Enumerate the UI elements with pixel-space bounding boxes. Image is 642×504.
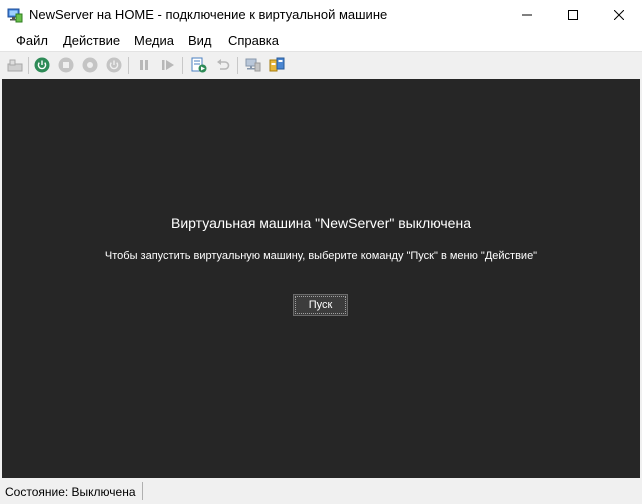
share-icon xyxy=(269,57,285,72)
vm-connect-icon xyxy=(7,7,23,23)
menu-action[interactable]: Действие xyxy=(63,33,120,48)
checkpoint-button[interactable] xyxy=(190,56,208,74)
vm-display[interactable]: Виртуальная машина "NewServer" выключена… xyxy=(2,79,640,478)
pause-icon xyxy=(140,60,148,70)
menu-media[interactable]: Медиа xyxy=(134,33,174,48)
pause-button[interactable] xyxy=(135,56,153,74)
shut-down-icon xyxy=(82,57,98,73)
toolbar-separator xyxy=(182,57,183,74)
minimize-button[interactable] xyxy=(504,0,550,30)
menu-file[interactable]: Файл xyxy=(16,33,48,48)
revert-icon xyxy=(217,59,230,70)
maximize-icon xyxy=(568,10,578,20)
window-title: NewServer на HOME - подключение к виртуа… xyxy=(29,7,388,22)
menu-view[interactable]: Вид xyxy=(188,33,212,48)
start-icon xyxy=(34,57,50,73)
minimize-icon xyxy=(522,14,532,16)
maximize-button[interactable] xyxy=(550,0,596,30)
vm-start-button[interactable]: Пуск xyxy=(293,294,348,316)
enhanced-session-icon xyxy=(245,58,261,72)
vm-off-description: Чтобы запустить виртуальную машину, выбе… xyxy=(104,250,538,262)
close-icon xyxy=(614,10,624,20)
toolbar xyxy=(0,51,642,79)
turn-off-icon xyxy=(58,57,74,73)
revert-button[interactable] xyxy=(214,56,232,74)
reset-icon xyxy=(162,60,174,70)
menu-help[interactable]: Справка xyxy=(228,33,279,48)
power-button[interactable] xyxy=(105,56,123,74)
start-button[interactable] xyxy=(33,56,51,74)
title-bar: NewServer на HOME - подключение к виртуа… xyxy=(0,0,642,30)
power-icon xyxy=(106,57,122,73)
shut-down-button[interactable] xyxy=(81,56,99,74)
turn-off-button[interactable] xyxy=(57,56,75,74)
checkpoint-icon xyxy=(191,57,207,73)
status-divider xyxy=(142,482,143,500)
share-button[interactable] xyxy=(268,56,286,74)
vm-off-heading: Виртуальная машина "NewServer" выключена xyxy=(171,215,471,231)
toolbar-separator xyxy=(128,57,129,74)
menu-bar: Файл Действие Медиа Вид Справка xyxy=(0,30,642,51)
enhanced-session-button[interactable] xyxy=(244,56,262,74)
toolbar-separator xyxy=(28,57,29,74)
ctrl-alt-del-button[interactable] xyxy=(6,56,24,74)
toolbar-separator xyxy=(237,57,238,74)
reset-button[interactable] xyxy=(159,56,177,74)
status-text: Состояние: Выключена xyxy=(5,485,136,499)
close-button[interactable] xyxy=(596,0,642,30)
status-bar: Состояние: Выключена xyxy=(0,478,642,504)
ctrl-alt-del-icon xyxy=(7,59,23,72)
